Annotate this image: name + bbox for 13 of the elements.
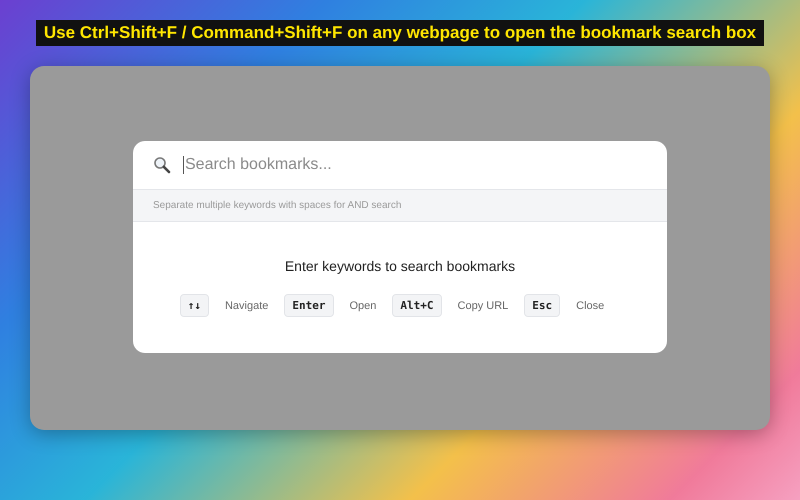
key-badge: ↑↓ <box>180 294 209 317</box>
shortcut-label: Close <box>576 300 604 312</box>
key-badge: Alt+C <box>392 294 442 317</box>
key-badge: Esc <box>524 294 560 317</box>
banner-caption: Use Ctrl+Shift+F / Command+Shift+F on any webpage to open the bookmark search box <box>36 20 764 46</box>
shortcut-label: Copy URL <box>458 300 508 312</box>
search-field[interactable]: Search bookmarks... <box>183 156 647 174</box>
search-icon <box>153 156 171 174</box>
shortcut-label: Navigate <box>224 300 268 312</box>
empty-message: Enter keywords to search bookmarks <box>284 258 516 274</box>
shortcut-label: Open <box>350 300 376 312</box>
search-hint: Separate multiple keywords with spaces for AND search <box>133 190 667 222</box>
key-badge: Enter <box>284 294 334 317</box>
